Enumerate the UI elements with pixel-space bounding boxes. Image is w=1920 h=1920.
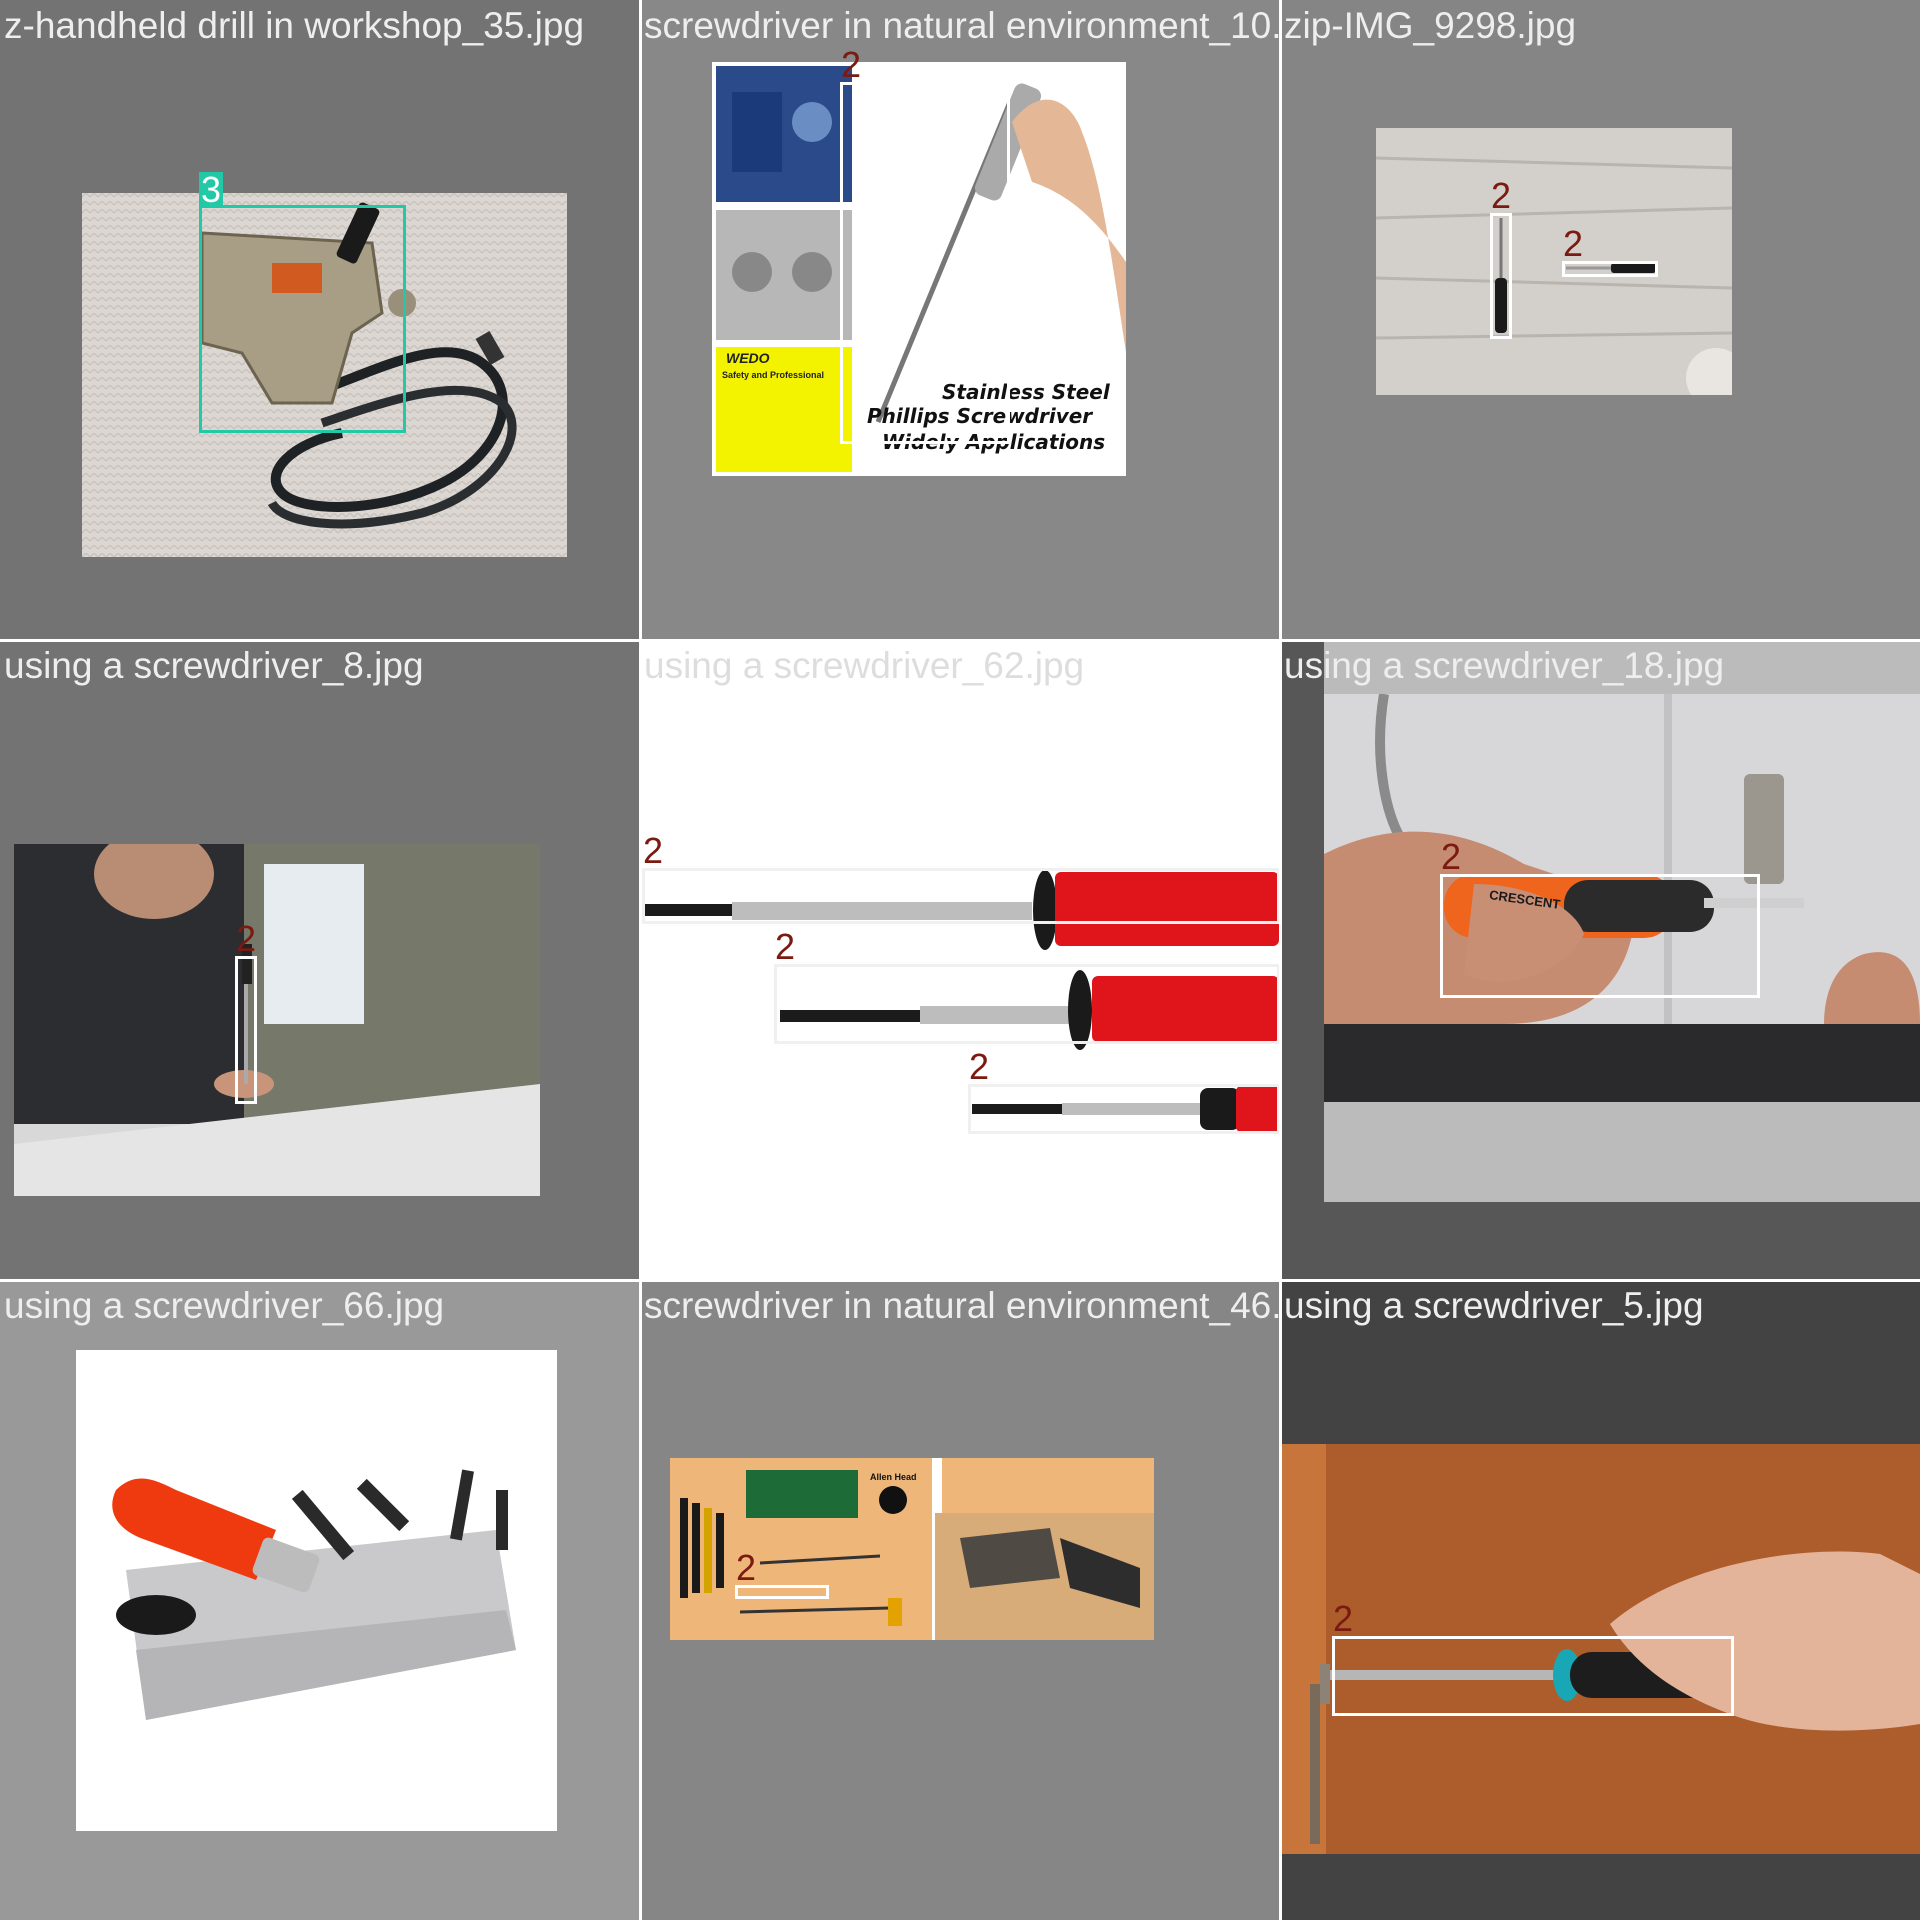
- tile-title: using a screwdriver_18.jpg: [1284, 645, 1725, 686]
- tile-title: zip-IMG_9298.jpg: [1284, 5, 1577, 46]
- ad-brand: WEDO: [726, 350, 770, 366]
- tile-ratchet-set[interactable]: using a screwdriver_66.jpg: [0, 1280, 640, 1920]
- grid-divider: [0, 639, 1920, 642]
- detection-box: 2: [1332, 1601, 1734, 1716]
- wood-photo: [1376, 128, 1732, 395]
- tile-title: z-handheld drill in workshop_35.jpg: [4, 5, 585, 46]
- detection-box: 2: [1490, 178, 1512, 339]
- box-label: 2: [1333, 1598, 1354, 1639]
- tile-wood-table[interactable]: zip-IMG_9298.jpg 2 2: [1280, 0, 1920, 640]
- tile-title: using a screwdriver_66.jpg: [4, 1285, 445, 1326]
- tile-red-screwdrivers[interactable]: using a screwdriver_62.jpg 2 2 2: [640, 640, 1280, 1280]
- tile-phillips-ad[interactable]: screwdriver in natural environment_10.jp…: [640, 0, 1280, 640]
- box-label: 2: [841, 44, 862, 85]
- tile-allen-wrenches[interactable]: screwdriver in natural environment_46.jp…: [640, 1280, 1280, 1920]
- box-label: 2: [1491, 175, 1512, 216]
- box-label: 2: [969, 1046, 990, 1087]
- red-screwdrivers-photo: [642, 870, 1279, 1132]
- box-label: 2: [1441, 836, 1462, 877]
- tile-crescent[interactable]: using a screwdriver_18.jpg CRESCENT 2: [1280, 640, 1920, 1280]
- grid-divider: [1279, 0, 1282, 1920]
- image-grid: z-handheld drill in workshop_35.jpg 3 sc…: [0, 0, 1920, 1920]
- ratchet-photo: [76, 1350, 557, 1831]
- allen-caption: Allen Head: [870, 1472, 917, 1482]
- box-label: 2: [775, 926, 796, 967]
- tile-title: screwdriver in natural environment_46.jp: [644, 1285, 1280, 1326]
- grid-divider: [0, 1279, 1920, 1282]
- detection-box: 2: [1562, 226, 1658, 277]
- grid-divider: [639, 0, 642, 1920]
- detection-box: 2: [968, 1049, 1280, 1134]
- detection-box: 2: [774, 929, 1280, 1044]
- tile-man-screwdriver[interactable]: using a screwdriver_8.jpg 2: [0, 640, 640, 1280]
- tile-hand-cabinet[interactable]: using a screwdriver_5.jpg 2: [1280, 1280, 1920, 1920]
- detection-box: 3: [199, 172, 406, 433]
- detection-box: 2: [235, 921, 257, 1104]
- box-label: 2: [1563, 223, 1584, 264]
- box-label: 2: [236, 918, 257, 959]
- tile-title: using a screwdriver_8.jpg: [4, 645, 424, 686]
- man-photo: [14, 844, 540, 1196]
- tile-title: using a screwdriver_5.jpg: [1284, 1285, 1704, 1326]
- tile-title: using a screwdriver_62.jpg: [644, 645, 1085, 686]
- detection-box: 2: [1440, 839, 1760, 998]
- detection-box: 2: [840, 47, 1010, 444]
- detection-box: 2: [735, 1550, 829, 1599]
- tile-title: screwdriver in natural environment_10.jp: [644, 5, 1280, 46]
- box-label: 2: [643, 830, 664, 871]
- box-label: 2: [736, 1547, 757, 1588]
- detection-box: 2: [642, 833, 1280, 924]
- ad-tagline: Safety and Professional: [722, 370, 825, 380]
- tile-drill[interactable]: z-handheld drill in workshop_35.jpg 3: [0, 0, 640, 640]
- box-label: 3: [199, 169, 224, 210]
